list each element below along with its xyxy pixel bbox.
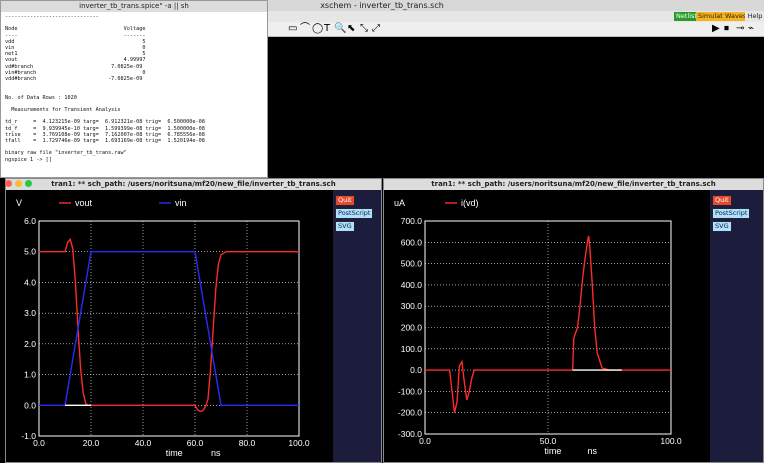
y-axis-label: V xyxy=(16,198,22,208)
x-tick-label: 60.0 xyxy=(187,438,204,448)
close-icon[interactable] xyxy=(5,180,12,187)
y-tick-label: 4.0 xyxy=(24,277,36,287)
window-title: xschem - inverter_tb_trans.sch xyxy=(320,1,444,10)
y-tick-label: 400.0 xyxy=(401,280,423,290)
pointer-icon[interactable]: ⬉ xyxy=(347,23,355,35)
legend-label: vout xyxy=(75,198,93,208)
quit-button[interactable]: Quit xyxy=(712,195,732,206)
svg-button[interactable]: SVG xyxy=(335,221,355,232)
stop-icon[interactable]: ⏹ xyxy=(724,23,729,35)
help-button[interactable]: Help xyxy=(745,12,764,21)
waveform-title: tran1: ** sch_path: /users/noritsuna/mf2… xyxy=(6,179,381,190)
x-tick-label: 100.0 xyxy=(660,436,682,446)
y-tick-label: 600.0 xyxy=(401,237,423,247)
waveform-icon[interactable]: ⌁ xyxy=(748,23,754,35)
waveform-plot-left[interactable]: -1.00.01.02.03.04.05.06.00.0 20.0 40.0 60.0… xyxy=(6,190,333,462)
probe-icon[interactable]: ⊸ xyxy=(736,23,744,35)
y-tick-label: 5.0 xyxy=(24,247,36,257)
y-tick-label: 700.0 xyxy=(401,216,423,226)
y-tick-label: 2.0 xyxy=(24,339,36,349)
run-icon[interactable]: ▶ xyxy=(712,23,720,35)
postscript-button[interactable]: PostScript xyxy=(712,208,751,219)
xschem-toolbar: ▭ ⌒ ◯ T 🔍 ⬉ ⤡ ⤢ ▶ ⏹ ⊸ ⌁ xyxy=(268,22,764,37)
rectangle-icon[interactable]: ▭ xyxy=(288,23,297,35)
y-tick-label: 300.0 xyxy=(401,301,423,311)
waveform-window-left: tran1: ** sch_path: /users/noritsuna/mf2… xyxy=(5,178,382,463)
waveform-plot-right[interactable]: -300.0-200.0-100.00.0100.0200.0300.0400.… xyxy=(384,190,711,462)
legend-label: vin xyxy=(175,198,187,208)
arc-icon[interactable]: ◯ xyxy=(312,23,323,35)
x-axis-label: time xyxy=(544,446,561,456)
y-tick-label: 3.0 xyxy=(24,308,36,318)
y-tick-label: 6.0 xyxy=(24,216,36,226)
y-tick-label: -100.0 xyxy=(398,386,422,396)
x-tick-label: 50.0 xyxy=(540,436,557,446)
terminal-output[interactable]: ------------------------------ Node Volt… xyxy=(5,14,263,163)
polygon-icon[interactable]: ⌒ xyxy=(300,23,310,35)
waveform-title: tran1: ** sch_path: /users/noritsuna/mf2… xyxy=(384,179,763,190)
x-tick-label: 0.0 xyxy=(419,436,431,446)
terminal-title: inverter_tb_trans.spice" -a || sh xyxy=(1,1,267,12)
y-tick-label: 0.0 xyxy=(24,400,36,410)
zoom-icon[interactable]: 🔍 xyxy=(334,23,346,35)
x-tick-label: 0.0 xyxy=(33,438,45,448)
text-icon[interactable]: T xyxy=(324,23,330,35)
x-axis-unit: ns xyxy=(588,446,598,456)
postscript-button[interactable]: PostScript xyxy=(335,208,374,219)
simulate-button[interactable]: Simulate xyxy=(696,12,727,21)
waveform-window-right: tran1: ** sch_path: /users/noritsuna/mf2… xyxy=(5,178,764,463)
y-axis-label: uA xyxy=(394,198,405,208)
x-tick-label: 80.0 xyxy=(239,438,256,448)
y-tick-label: 0.0 xyxy=(410,365,422,375)
zoom-window-icon[interactable] xyxy=(25,180,32,187)
x-tick-label: 100.0 xyxy=(288,438,310,448)
waveform-side-panel: Quit PostScript SVG xyxy=(710,190,763,462)
svg-button[interactable]: SVG xyxy=(712,221,732,232)
ngspice-terminal-window: inverter_tb_trans.spice" -a || sh ------… xyxy=(0,0,268,178)
y-tick-label: 500.0 xyxy=(401,259,423,269)
legend-label: i(vd) xyxy=(461,198,479,208)
x-axis-unit: ns xyxy=(211,448,221,458)
waves-button[interactable]: Waves xyxy=(723,12,747,21)
y-tick-label: 1.0 xyxy=(24,370,36,380)
waveform-side-panel: Quit PostScript SVG xyxy=(333,190,381,462)
fullscreen-icon[interactable]: ⤡ xyxy=(360,23,368,35)
quit-button[interactable]: Quit xyxy=(335,195,355,206)
x-tick-label: 20.0 xyxy=(83,438,100,448)
xschem-menubar: Netlist Simulate Waves Help xyxy=(268,11,764,22)
y-tick-label: 100.0 xyxy=(401,344,423,354)
y-tick-label: 200.0 xyxy=(401,323,423,333)
netlist-button[interactable]: Netlist xyxy=(674,12,697,21)
minimize-icon[interactable] xyxy=(15,180,22,187)
expand-icon[interactable]: ⤢ xyxy=(372,23,380,35)
series-line-vin xyxy=(39,251,299,406)
x-tick-label: 40.0 xyxy=(135,438,152,448)
x-axis-label: time xyxy=(166,448,183,458)
y-tick-label: -200.0 xyxy=(398,408,422,418)
